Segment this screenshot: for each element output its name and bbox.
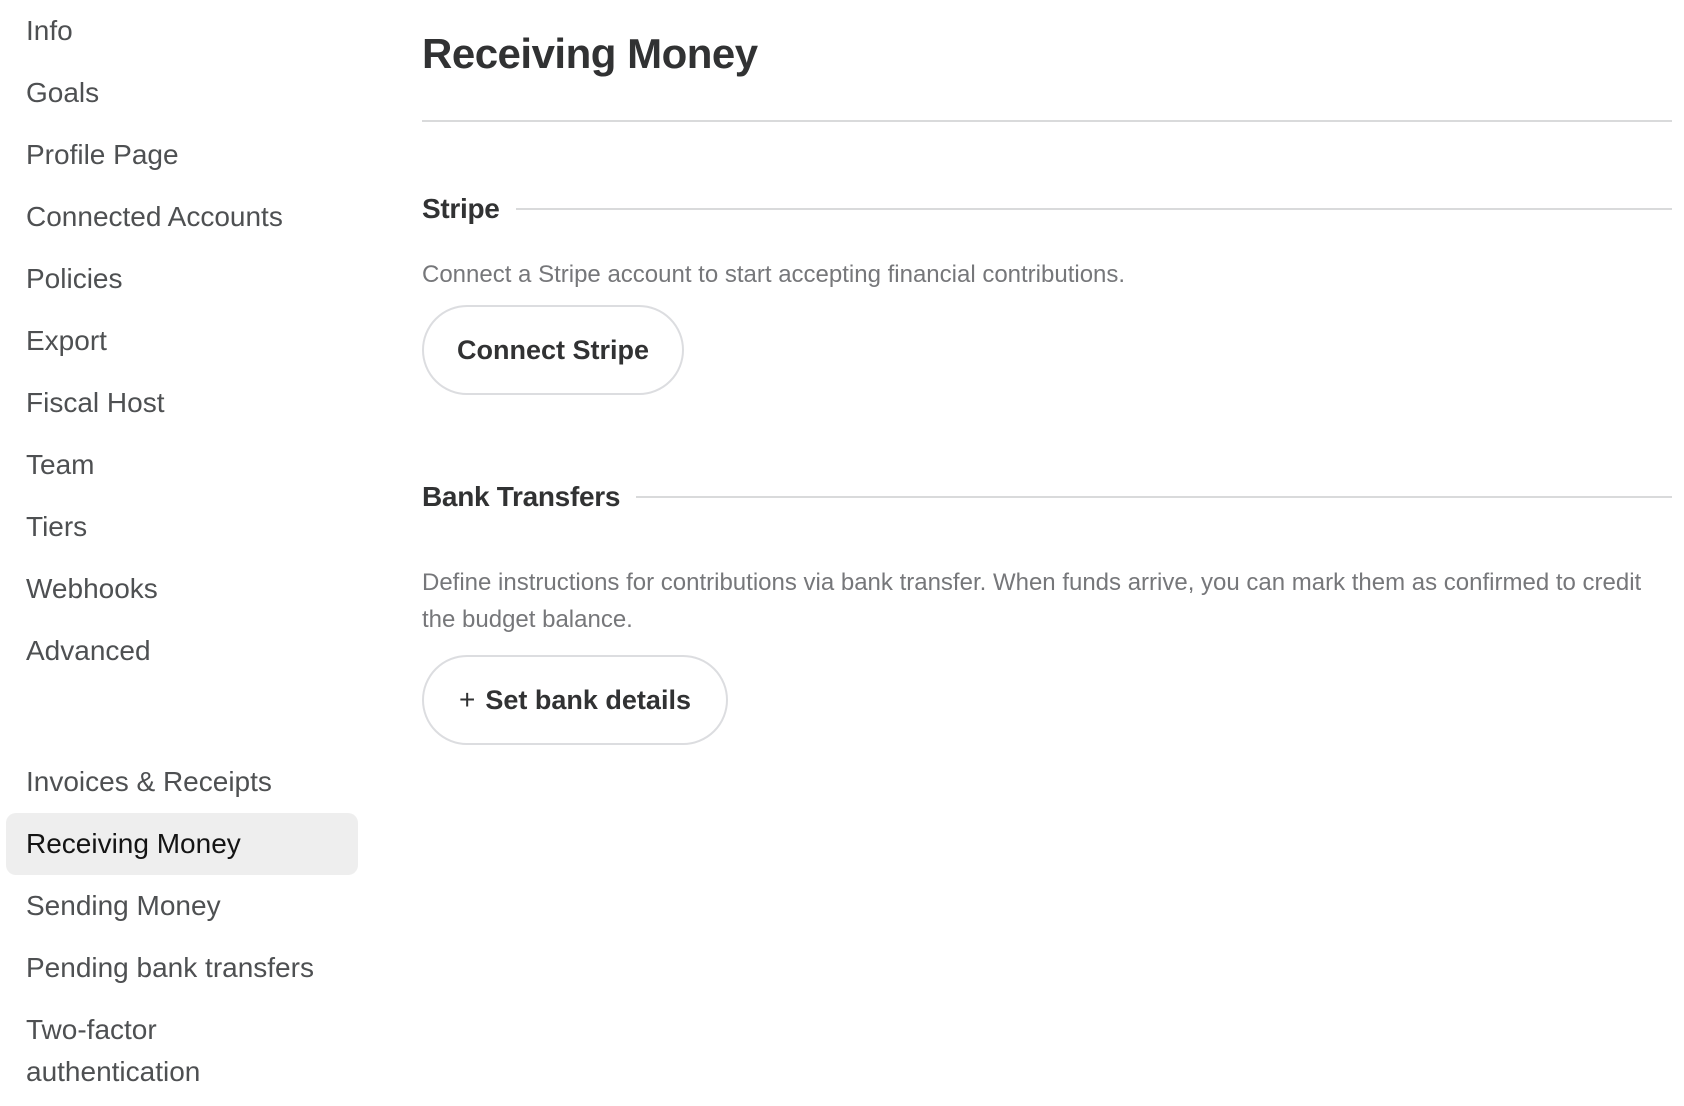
sidebar-item-export[interactable]: Export: [6, 320, 358, 362]
sidebar-item-connected-accounts[interactable]: Connected Accounts: [6, 196, 358, 238]
stripe-description: Connect a Stripe account to start accept…: [422, 261, 1126, 288]
page-title: Receiving Money: [422, 30, 758, 77]
sidebar-item-goals[interactable]: Goals: [6, 72, 358, 114]
bank-transfers-section-divider: [636, 496, 1672, 498]
main-content: Receiving Money Stripe Connect a Stripe …: [422, 0, 1672, 1106]
settings-sidebar: Info Goals Profile Page Connected Accoun…: [0, 0, 362, 1106]
sidebar-item-receiving-money[interactable]: Receiving Money: [6, 813, 358, 875]
sidebar-item-team[interactable]: Team: [6, 444, 358, 486]
sidebar-item-tiers[interactable]: Tiers: [6, 506, 358, 548]
stripe-section-header: Stripe: [422, 189, 1672, 229]
stripe-section-divider: [515, 208, 1672, 210]
connect-stripe-button[interactable]: Connect Stripe: [422, 305, 684, 395]
sidebar-item-profile-page[interactable]: Profile Page: [6, 134, 358, 176]
sidebar-item-info[interactable]: Info: [6, 10, 358, 52]
sidebar-item-two-factor-authentication[interactable]: Two-factor authentication: [6, 1009, 266, 1093]
plus-icon: +: [459, 684, 476, 715]
sidebar-item-pending-bank-transfers[interactable]: Pending bank transfers: [6, 947, 358, 989]
sidebar-item-advanced[interactable]: Advanced: [6, 630, 358, 672]
sidebar-item-invoices-receipts[interactable]: Invoices & Receipts: [6, 761, 358, 803]
set-bank-details-button[interactable]: + Set bank details: [422, 655, 728, 745]
settings-page: Info Goals Profile Page Connected Accoun…: [0, 0, 1684, 1106]
title-divider: [422, 120, 1672, 122]
bank-transfers-description: Define instructions for contributions vi…: [422, 569, 1642, 633]
bank-transfers-section-heading: Bank Transfers: [422, 481, 621, 512]
sidebar-item-sending-money[interactable]: Sending Money: [6, 885, 358, 927]
sidebar-item-fiscal-host[interactable]: Fiscal Host: [6, 382, 358, 424]
sidebar-item-webhooks[interactable]: Webhooks: [6, 568, 358, 610]
connect-stripe-button-label: Connect Stripe: [456, 334, 650, 365]
bank-transfers-section-header: Bank Transfers: [422, 477, 1672, 517]
stripe-section-heading: Stripe: [422, 193, 500, 224]
set-bank-details-button-label: Set bank details: [485, 684, 691, 715]
sidebar-item-policies[interactable]: Policies: [6, 258, 358, 300]
